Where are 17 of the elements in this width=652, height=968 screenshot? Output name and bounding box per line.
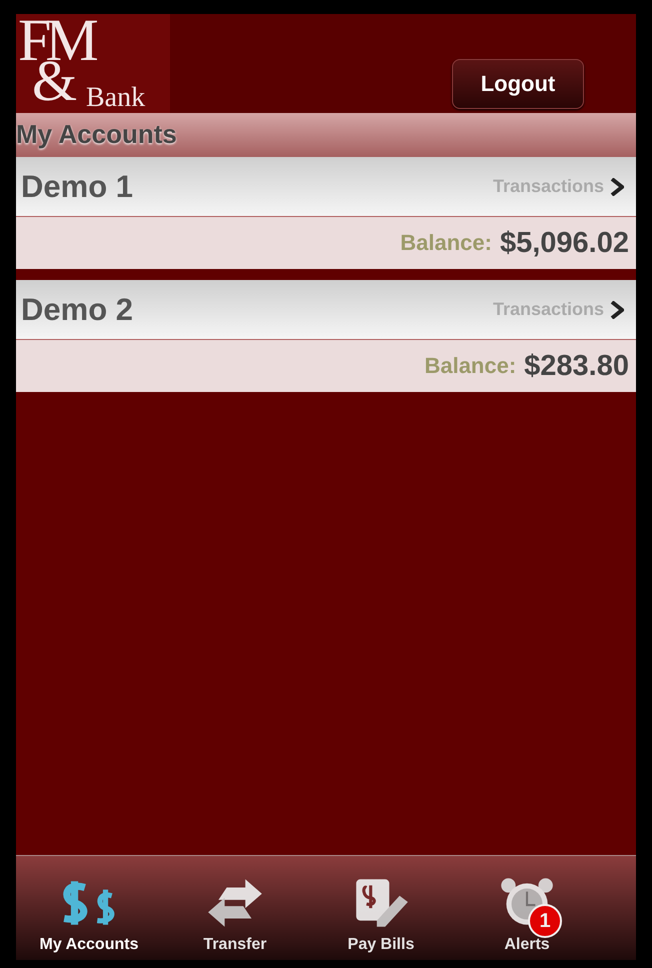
tab-item[interactable]: 1 Alerts (454, 856, 600, 960)
balance-label: Balance: (400, 230, 492, 256)
tab-item[interactable]: My Accounts (16, 856, 162, 960)
account-header[interactable]: Demo 2 Transactions (16, 280, 636, 340)
account-name: Demo 1 (21, 168, 134, 204)
chevron-right-icon (610, 300, 624, 318)
balance-amount: $5,096.02 (500, 226, 629, 260)
balance-label: Balance: (424, 353, 516, 379)
account-name: Demo 2 (21, 292, 134, 328)
account-header[interactable]: Demo 1 Transactions (16, 157, 636, 217)
notification-badge: 1 (528, 904, 562, 938)
chevron-right-icon (610, 178, 624, 196)
balance-amount: $283.80 (524, 350, 629, 382)
logout-button[interactable]: Logout (452, 59, 584, 109)
section-title: My Accounts (16, 113, 636, 157)
tab-item[interactable]: Pay Bills (308, 856, 454, 960)
tab-item[interactable]: Transfer (162, 856, 308, 960)
